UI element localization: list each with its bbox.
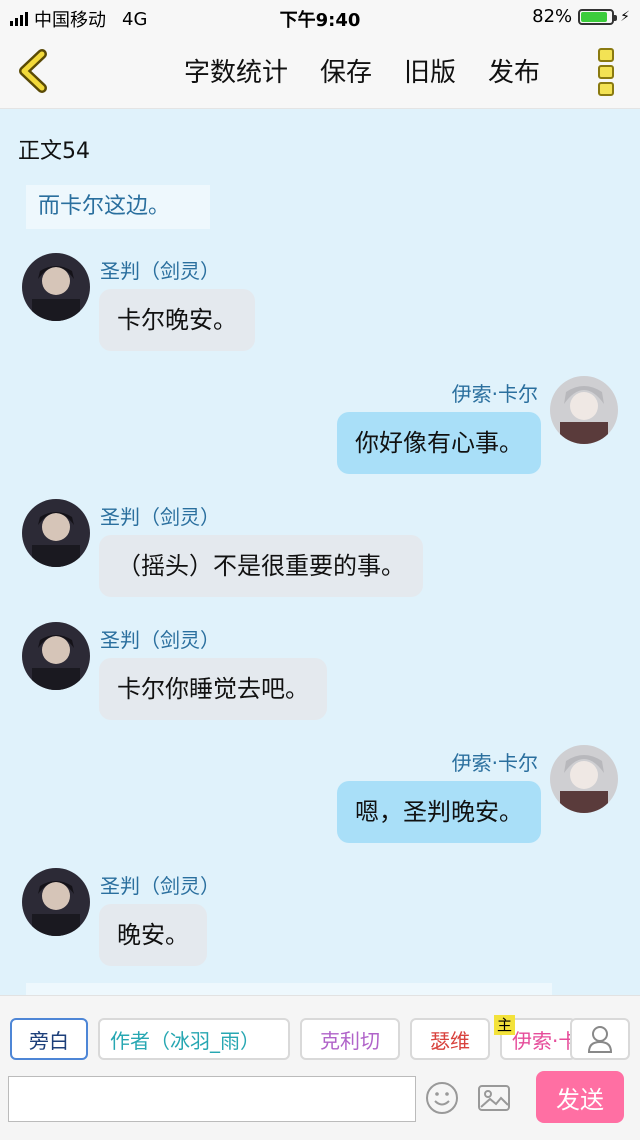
image-button[interactable] — [476, 1080, 512, 1116]
send-button[interactable]: 发送 — [536, 1071, 624, 1123]
speaker-name: 伊索·卡尔 — [451, 382, 538, 406]
message-bubble[interactable]: 卡尔晚安。 — [99, 289, 255, 351]
image-icon — [478, 1085, 510, 1111]
avatar[interactable] — [550, 745, 618, 813]
more-menu-icon[interactable] — [598, 48, 618, 96]
battery-percent: 82% — [532, 6, 573, 27]
owner-badge: 主 — [494, 1015, 516, 1035]
avatar[interactable] — [22, 499, 90, 567]
add-role-button[interactable] — [570, 1018, 630, 1060]
message-bubble[interactable]: 晚安。 — [99, 904, 207, 966]
role-selector: 旁白 作者（冰羽_雨） 克利切 瑟维 伊索·卡尔 — [10, 1018, 576, 1060]
word-count-button[interactable]: 字数统计 — [184, 52, 288, 89]
publish-button[interactable]: 发布 — [488, 52, 540, 89]
narration-bubble[interactable]: 而卡尔这边。 — [26, 185, 210, 229]
avatar[interactable] — [22, 868, 90, 936]
speaker-name: 圣判（剑灵） — [100, 259, 220, 283]
battery-icon — [578, 8, 618, 25]
chat-area[interactable]: 正文54 而卡尔这边。 圣判（剑灵） 卡尔晚安。 伊索·卡尔 你好像有心事。 圣… — [0, 109, 640, 995]
user-icon — [587, 1026, 613, 1053]
role-kreacher[interactable]: 克利切 — [300, 1018, 400, 1060]
speaker-name: 圣判（剑灵） — [100, 874, 220, 898]
smiley-icon — [426, 1082, 458, 1114]
avatar[interactable] — [22, 622, 90, 690]
message-bubble[interactable]: 你好像有心事。 — [337, 412, 541, 474]
chevron-left-icon — [19, 49, 47, 93]
status-bar: 中国移动 4G 下午9:40 82% ⚡ — [0, 0, 640, 34]
composer: 旁白 作者（冰羽_雨） 克利切 瑟维 伊索·卡尔 主 发送 — [0, 995, 640, 1140]
charging-icon: ⚡ — [620, 8, 630, 25]
role-author[interactable]: 作者（冰羽_雨） — [98, 1018, 290, 1060]
status-right: 82% ⚡ — [532, 6, 630, 27]
speaker-name: 圣判（剑灵） — [100, 505, 220, 529]
save-button[interactable]: 保存 — [320, 52, 372, 89]
avatar[interactable] — [550, 376, 618, 444]
speaker-name: 伊索·卡尔 — [451, 751, 538, 775]
emoji-button[interactable] — [424, 1080, 460, 1116]
back-button[interactable] — [14, 48, 54, 94]
message-input[interactable] — [8, 1076, 416, 1122]
chapter-title: 正文54 — [18, 139, 90, 164]
role-servais[interactable]: 瑟维 — [410, 1018, 490, 1060]
nav-bar: 字数统计 保存 旧版 发布 — [0, 34, 640, 109]
message-bubble[interactable]: （摇头）不是很重要的事。 — [99, 535, 423, 597]
speaker-name: 圣判（剑灵） — [100, 628, 220, 652]
nav-actions: 字数统计 保存 旧版 发布 — [184, 52, 540, 89]
message-bubble[interactable]: 嗯，圣判晚安。 — [337, 781, 541, 843]
narration-bubble-partial[interactable] — [26, 983, 552, 995]
avatar[interactable] — [22, 253, 90, 321]
role-narrator[interactable]: 旁白 — [10, 1018, 88, 1060]
old-version-button[interactable]: 旧版 — [404, 52, 456, 89]
message-bubble[interactable]: 卡尔你睡觉去吧。 — [99, 658, 327, 720]
